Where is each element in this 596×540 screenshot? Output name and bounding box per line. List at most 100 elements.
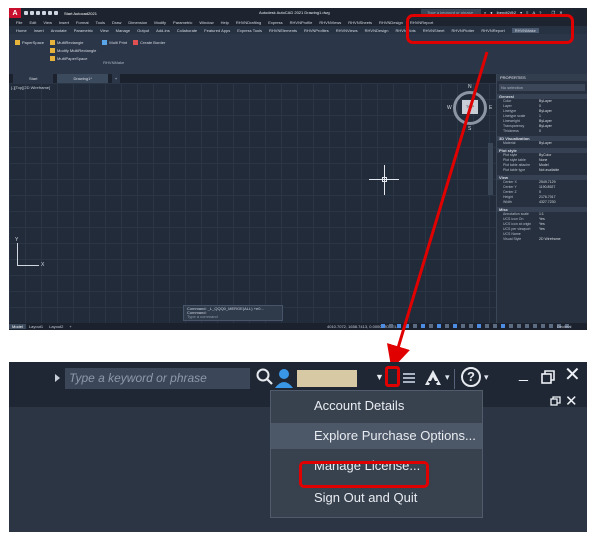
ucs-y-axis bbox=[17, 243, 18, 265]
app-title: Autodesk AutoCAD 2021 Drawing1.dwg bbox=[259, 10, 330, 15]
menu-item[interactable]: Insert bbox=[59, 20, 69, 25]
zoomed-crop: Type a keyword or phrase ▼ ▾ ? ▾ _ ✕ _ ✕… bbox=[9, 362, 587, 532]
highlight-box-sign-out bbox=[299, 461, 429, 488]
command-input[interactable]: Type a command bbox=[187, 315, 279, 319]
menu-item[interactable]: File bbox=[16, 20, 22, 25]
modify-multirectangle-button[interactable]: Modify MultiRectangle bbox=[50, 48, 96, 53]
tutorial-figure: A Start Autocad2021 Autodesk AutoCAD 202… bbox=[0, 0, 596, 540]
tab-layout2[interactable]: Layout2 bbox=[46, 324, 66, 329]
menu-item[interactable]: RHVNSheets bbox=[348, 20, 372, 25]
status-toggles[interactable] bbox=[381, 324, 569, 328]
menu-item[interactable]: Tools bbox=[96, 20, 105, 25]
menu-item[interactable]: RHVNDesign bbox=[379, 20, 403, 25]
menu-item[interactable]: RHVNViews bbox=[319, 20, 341, 25]
ribbon-panel-title: RHVNMake bbox=[103, 60, 125, 65]
property-key: Plot table type bbox=[503, 168, 526, 172]
ribbon-tab[interactable]: Featured Apps bbox=[204, 28, 230, 33]
tab-layout1[interactable]: Layout1 bbox=[26, 324, 46, 329]
tab-drawing1[interactable]: Drawing1* bbox=[57, 74, 108, 83]
command-line[interactable]: Command: _L_QQQ0_MERGE(ALL) +e0... Comma… bbox=[183, 305, 283, 321]
menu-item-explore-purchase[interactable]: Explore Purchase Options... bbox=[271, 423, 482, 449]
property-row[interactable]: Thickness 0 bbox=[497, 129, 587, 134]
multirectangle-button[interactable]: MultiRectangle bbox=[50, 40, 96, 45]
help-chevron-icon[interactable]: ▾ bbox=[484, 372, 489, 383]
ribbon-tab[interactable]: Output bbox=[137, 28, 149, 33]
toolbar-divider bbox=[454, 369, 455, 389]
property-key: Material bbox=[503, 141, 516, 145]
create-border-button[interactable]: Create Border bbox=[133, 40, 165, 45]
multipaperspace-button[interactable]: MultiPaperSpace bbox=[50, 56, 96, 61]
status-bar: Model Layout1 Layout2 + 4010.7072, 1658.… bbox=[9, 323, 587, 330]
property-value: 4327.7230 bbox=[539, 200, 556, 204]
autodesk-icon[interactable] bbox=[423, 368, 443, 388]
ribbon-tab[interactable]: Manage bbox=[116, 28, 130, 33]
ribbon-tab[interactable]: Annotate bbox=[51, 28, 67, 33]
menu-item[interactable]: Edit bbox=[29, 20, 36, 25]
navigation-bar[interactable] bbox=[488, 143, 493, 195]
viewcube-east[interactable]: E bbox=[489, 105, 492, 111]
chevron-down-icon[interactable]: ▼ bbox=[375, 372, 384, 382]
viewcube-north[interactable]: N bbox=[468, 84, 472, 90]
menu-item[interactable]: View bbox=[43, 20, 52, 25]
units-readout[interactable]: Decimal bbox=[557, 324, 571, 329]
search-icon[interactable] bbox=[255, 367, 275, 387]
doc-restore-icon[interactable] bbox=[550, 396, 561, 406]
menu-item-sign-out-quit[interactable]: Sign Out and Quit bbox=[271, 485, 482, 511]
autocad-logo-icon[interactable]: A bbox=[9, 8, 21, 18]
new-tab-button[interactable]: + bbox=[111, 74, 121, 83]
cart-icon[interactable] bbox=[401, 369, 417, 387]
viewcube-west[interactable]: W bbox=[447, 105, 452, 111]
menu-item[interactable]: Express bbox=[268, 20, 282, 25]
property-row[interactable]: Width 4327.7230 bbox=[497, 200, 587, 205]
ribbon-tab[interactable]: RHVNDesign bbox=[365, 28, 389, 33]
user-name-field[interactable] bbox=[297, 370, 357, 387]
ribbon-tab[interactable]: Insert bbox=[34, 28, 44, 33]
minimize-icon[interactable]: _ bbox=[519, 365, 528, 383]
ribbon-tab[interactable]: Express Tools bbox=[237, 28, 262, 33]
viewcube-south[interactable]: S bbox=[468, 126, 471, 132]
paperspace-button[interactable]: PaperSpace bbox=[15, 40, 44, 45]
close-icon[interactable]: ✕ bbox=[564, 364, 581, 386]
menu-item[interactable]: Parametric bbox=[173, 20, 192, 25]
menu-item[interactable]: Draw bbox=[112, 20, 121, 25]
search-input[interactable]: Type a keyword or phrase bbox=[65, 368, 250, 389]
ribbon-tab[interactable]: Parametric bbox=[74, 28, 93, 33]
menu-item[interactable]: Format bbox=[76, 20, 89, 25]
menu-item[interactable]: Window bbox=[199, 20, 213, 25]
menu-item[interactable]: RHVNDrafting bbox=[236, 20, 261, 25]
multi-print-button[interactable]: Multi Print bbox=[102, 40, 127, 45]
ribbon-tab[interactable]: RHVNElements bbox=[269, 28, 297, 33]
menu-item-account-details[interactable]: Account Details bbox=[271, 393, 482, 419]
property-row[interactable]: Plot table type Not available bbox=[497, 168, 587, 173]
quick-access-toolbar[interactable] bbox=[24, 11, 58, 15]
ribbon-tab[interactable]: Home bbox=[16, 28, 27, 33]
menu-item[interactable]: RHVNProfile bbox=[290, 20, 313, 25]
tab-start[interactable]: Start bbox=[13, 74, 54, 83]
ribbon-tab[interactable]: View bbox=[100, 28, 109, 33]
viewport-label[interactable]: [-][Top][2D Wireframe] bbox=[11, 85, 50, 90]
file-tab-label[interactable]: Start Autocad2021 bbox=[64, 11, 97, 16]
highlight-box-toolbar bbox=[406, 14, 574, 44]
autodesk-chevron-icon[interactable]: ▾ bbox=[445, 372, 450, 383]
account-dropdown-menu: Account Details Explore Purchase Options… bbox=[270, 390, 483, 518]
ucs-x-label: X bbox=[41, 262, 45, 268]
tab-model[interactable]: Model bbox=[9, 324, 26, 329]
drawing-canvas[interactable]: [-][Top][2D Wireframe] TOP N S W E Y X C… bbox=[9, 83, 496, 323]
ribbon-tab[interactable]: Collaborate bbox=[177, 28, 197, 33]
property-row[interactable]: Material ByLayer bbox=[497, 141, 587, 146]
add-layout-button[interactable]: + bbox=[66, 324, 74, 329]
ribbon-tab[interactable]: Add-ins bbox=[156, 28, 170, 33]
autocad-window: A Start Autocad2021 Autodesk AutoCAD 202… bbox=[9, 8, 587, 330]
property-row[interactable]: Visual Style 2D Wireframe bbox=[497, 237, 587, 242]
selection-dropdown[interactable]: No selection bbox=[499, 84, 585, 91]
user-icon[interactable] bbox=[273, 367, 295, 389]
ribbon-tab[interactable]: RHVNViews bbox=[336, 28, 358, 33]
ribbon-tab[interactable]: RHVNProfiles bbox=[304, 28, 329, 33]
viewcube-top[interactable]: TOP bbox=[462, 100, 478, 114]
menu-item[interactable]: Help bbox=[221, 20, 229, 25]
restore-icon[interactable] bbox=[541, 370, 555, 384]
help-icon[interactable]: ? bbox=[461, 367, 481, 387]
expand-icon[interactable] bbox=[55, 374, 60, 382]
menu-item[interactable]: Dimension bbox=[128, 20, 147, 25]
menu-item[interactable]: Modify bbox=[154, 20, 166, 25]
